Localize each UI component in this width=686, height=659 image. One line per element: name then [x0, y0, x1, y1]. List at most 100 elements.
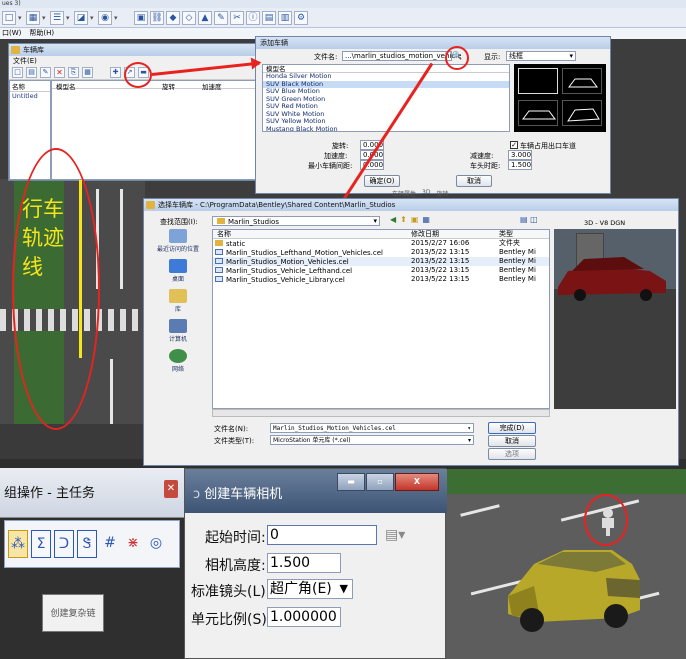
col-name[interactable]: 名称 [213, 230, 411, 238]
add-vehicle-icon[interactable]: ✚ [110, 67, 121, 78]
camera-titlebar: ↄ 创建车辆相机 ▬ ▫ X [185, 469, 447, 513]
model-list-item[interactable]: SUV Green Motion [263, 96, 509, 104]
decel-field[interactable]: 3.000 [508, 150, 532, 160]
tab-3d[interactable]: 3D [422, 189, 430, 198]
file-row[interactable]: Marlin_Studios_Vehicle_Lefthand.cel 2013/… [213, 266, 549, 275]
places-sidebar: 最近访问的位置 桌面 库 计算机 网络 [148, 229, 208, 407]
file-row[interactable]: Marlin_Studios_Vehicle_Library.cel 2013/5… [213, 275, 549, 284]
nav-computer[interactable]: 计算机 [148, 319, 208, 343]
cancel-button[interactable]: 取消 [488, 435, 536, 447]
edit-icon[interactable]: ✎ [40, 67, 51, 78]
open-icon[interactable]: ▤ [26, 67, 37, 78]
done-button[interactable]: 完成(D) [488, 422, 536, 434]
settings-icon[interactable]: ⚙ [294, 10, 308, 25]
model-list-item[interactable]: SUV Black Motion [263, 80, 509, 88]
menu-help[interactable]: 帮助(H) [29, 28, 54, 39]
tool-icon[interactable]: ✂ [230, 10, 244, 25]
tree-item-untitled[interactable]: Untitled [10, 92, 50, 100]
chevron-down-icon[interactable]: ▾ [66, 11, 72, 25]
col-accel[interactable]: 加速度 [202, 81, 242, 91]
preview-toggle-icon[interactable]: ▤ ◫ [520, 215, 538, 224]
back-icon[interactable]: ◀ [390, 215, 396, 224]
lookin-select[interactable]: Marlin_Studios ▾ [212, 216, 380, 226]
vehicle-table[interactable]: 模型名 旋转 加速度 [51, 80, 257, 180]
image-icon[interactable]: ▤ [262, 10, 276, 25]
nav-recent[interactable]: 最近访问的位置 [148, 229, 208, 253]
tab-rotation[interactable]: 旋转 [436, 189, 448, 198]
task-panel-title: 组操作 - 主任务 [4, 486, 95, 501]
file-row[interactable]: Marlin_Studios_Lefthand_Motion_Vehicles.… [213, 248, 549, 257]
grid-icon[interactable]: ▦ [26, 10, 40, 25]
file-name-field[interactable]: ...\marlin_studios_motion_vehicle [342, 51, 461, 61]
target-icon[interactable]: ◎ [146, 530, 166, 558]
col-type[interactable]: 类型 [499, 230, 549, 238]
display-select[interactable]: 线框 ▾ [506, 51, 576, 61]
track-line [79, 180, 82, 358]
model-list-item[interactable]: SUV Yellow Motion [263, 118, 509, 126]
model-list-item[interactable]: SUV Red Motion [263, 103, 509, 111]
paint-icon[interactable]: ✎ [214, 10, 228, 25]
paste-icon[interactable]: ▦ [82, 67, 93, 78]
new-icon[interactable]: □ [2, 10, 16, 25]
info-icon[interactable]: ⓘ [246, 10, 260, 25]
shape-icon[interactable]: ◇ [182, 10, 196, 25]
file-row[interactable]: Marlin_Studios_Motion_Vehicles.cel 2013/5… [213, 257, 549, 266]
select-icon[interactable]: ▣ [134, 10, 148, 25]
model-list-item[interactable]: SUV Blue Motion [263, 88, 509, 96]
list-icon[interactable]: ☰ [50, 10, 64, 25]
start-time-input[interactable]: 0 [267, 525, 377, 545]
menu-window[interactable]: 口(W) [2, 28, 21, 39]
options-button[interactable]: 选项 [488, 448, 536, 460]
complex-chain-icon[interactable]: ⁂ [8, 530, 28, 558]
link-icon[interactable]: ⛓ [150, 10, 164, 25]
headtime-field[interactable]: 1.500 [508, 160, 532, 170]
occupy-lane-checkbox[interactable]: ✓ [510, 141, 518, 149]
file-name-text: Marlin_Studios_Motion_Vehicles.cel [226, 258, 349, 266]
view-icon[interactable]: ◪ [74, 10, 88, 25]
up-folder-icon[interactable]: ⬆ [400, 215, 407, 224]
chevron-down-icon[interactable]: ▾ [18, 11, 24, 25]
nav-library[interactable]: 库 [148, 289, 208, 313]
tab-vehicle-props[interactable]: 车辆属性 [392, 189, 416, 198]
shape-icon[interactable]: ◆ [166, 10, 180, 25]
file-list[interactable]: 名称 修改日期 类型 static 2015/2/27 16:06 文件夹 Marli… [212, 229, 550, 409]
filetype-select[interactable]: MicroStation 单元库 (*.cel) ▾ [270, 435, 474, 445]
cancel-button[interactable]: 取消 [456, 175, 492, 187]
view-menu-icon[interactable]: ▦ [422, 215, 430, 224]
delete-icon[interactable]: ✕ [54, 67, 65, 78]
close-icon[interactable]: ✕ [164, 480, 178, 498]
pick-time-icon[interactable]: ▤▾ [385, 527, 405, 543]
curve-icon[interactable]: ᑐ [54, 530, 74, 558]
minimize-icon[interactable]: ▬ [337, 473, 365, 491]
shape-icon[interactable]: ▲ [198, 10, 212, 25]
chevron-down-icon[interactable]: ▾ [90, 11, 96, 25]
close-icon[interactable]: X [395, 473, 439, 491]
bracket-icon[interactable]: Σ [31, 530, 51, 558]
chevron-down-icon[interactable]: ▾ [42, 11, 48, 25]
col-rotation[interactable]: 旋转 [162, 81, 202, 91]
chevron-down-icon[interactable]: ▾ [114, 11, 120, 25]
filename-input[interactable]: Marlin_Studios_Motion_Vehicles.cel ▾ [270, 423, 474, 433]
chart-icon[interactable]: ▥ [278, 10, 292, 25]
file-row[interactable]: static 2015/2/27 16:06 文件夹 [213, 239, 549, 248]
camera-icon[interactable]: ◉ [98, 10, 112, 25]
scale-input[interactable]: 1.000000 [267, 607, 341, 627]
delete-pattern-icon[interactable]: ⋇ [123, 530, 143, 558]
nav-desktop[interactable]: 桌面 [148, 259, 208, 283]
chevron-down-icon: ▾ [467, 437, 471, 444]
lens-select[interactable]: 超广角(E) ▼ [267, 579, 353, 599]
horizontal-scrollbar[interactable] [212, 409, 550, 417]
ok-button[interactable]: 确定(O) [364, 175, 400, 187]
hatch-icon[interactable]: # [100, 530, 120, 558]
model-list-item[interactable]: Honda Silver Motion [263, 73, 509, 81]
camera-height-input[interactable]: 1.500 [267, 553, 341, 573]
model-list[interactable]: 模型名 Honda Silver Motion SUV Black Motion S… [262, 64, 510, 132]
new-folder-icon[interactable]: ▣ [411, 215, 419, 224]
copy-icon[interactable]: ⎘ [68, 67, 79, 78]
model-list-item[interactable]: SUV White Motion [263, 111, 509, 119]
new-library-icon[interactable]: □ [12, 67, 23, 78]
maximize-icon[interactable]: ▫ [366, 473, 394, 491]
col-date[interactable]: 修改日期 [411, 230, 499, 238]
nav-network[interactable]: 网络 [148, 349, 208, 373]
shape-icon[interactable]: Ꮥ [77, 530, 97, 558]
